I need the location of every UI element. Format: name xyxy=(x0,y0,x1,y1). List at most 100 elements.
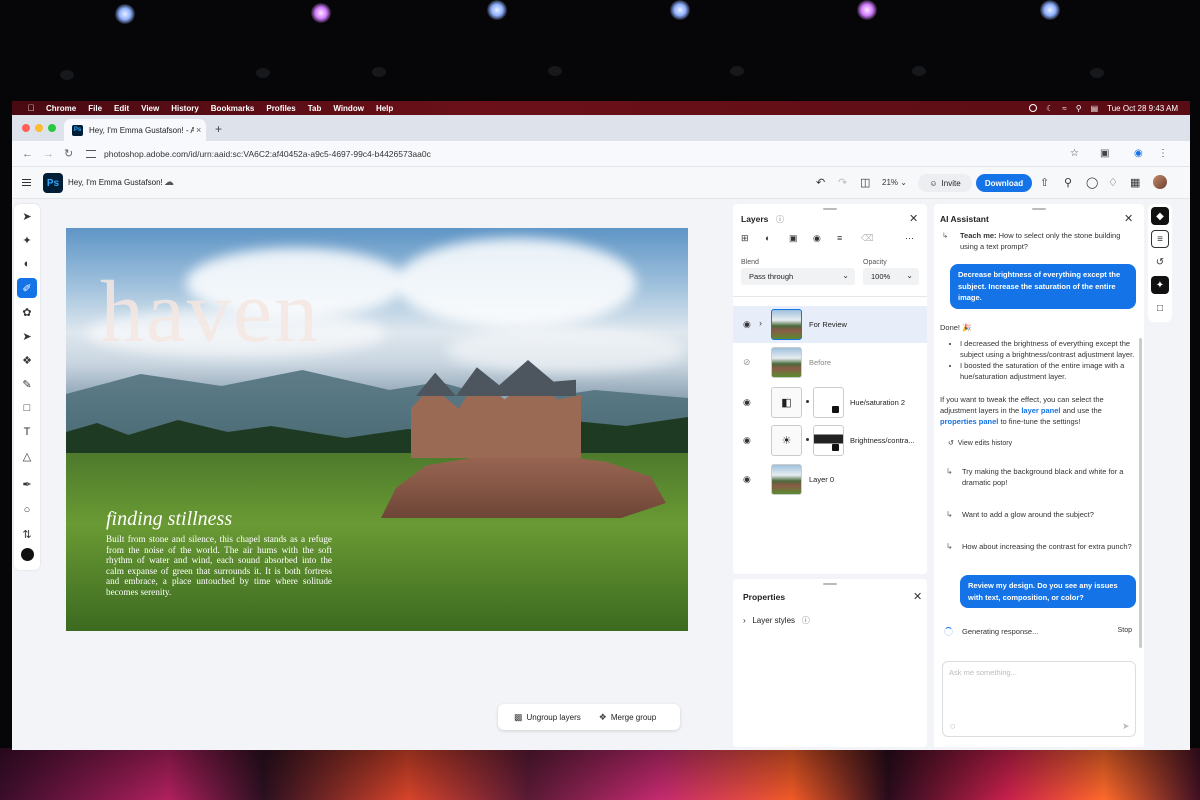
suggestion-item[interactable]: ↳ Want to add a glow around the subject? xyxy=(940,509,1136,520)
teach-me-suggestion[interactable]: ↳ Teach me: How to select only the stone… xyxy=(942,230,1130,252)
layer-stack-icon[interactable]: ≡ xyxy=(837,233,842,243)
redo-icon[interactable]: ↷ xyxy=(838,176,847,189)
canvas-artwork[interactable]: haven finding stillness Built from stone… xyxy=(66,228,688,631)
layer-styles-section[interactable]: › Layer styles ⓘ xyxy=(743,615,810,626)
browser-tab[interactable]: Ps Hey, I'm Emma Gustafson! - A × xyxy=(64,119,206,141)
tab-search-icon[interactable]: ▣ xyxy=(1100,148,1109,159)
crop-tool-icon[interactable]: □ xyxy=(17,398,37,418)
comments-icon[interactable]: □ xyxy=(1151,299,1169,317)
brush-tool-icon[interactable]: ✎ xyxy=(17,374,37,394)
maximize-window-button[interactable] xyxy=(48,124,56,132)
menu-history[interactable]: History xyxy=(171,104,199,113)
compare-view-icon[interactable]: ◫ xyxy=(860,176,870,189)
panel-drag-handle[interactable] xyxy=(823,583,837,585)
visibility-eye-icon[interactable]: ◉ xyxy=(743,397,751,408)
layer-row-layer-0[interactable]: ◉ Layer 0 xyxy=(733,461,927,498)
panel-drag-handle[interactable] xyxy=(823,208,837,210)
add-layer-icon[interactable]: ⊞ xyxy=(741,233,749,244)
ungroup-layers-button[interactable]: ▩ Ungroup layers xyxy=(508,707,587,727)
foreground-color-swatch[interactable] xyxy=(21,548,34,561)
visibility-eye-icon[interactable]: ◉ xyxy=(743,319,751,330)
search-icon[interactable]: ⚲ xyxy=(1076,104,1082,113)
kebab-menu-icon[interactable]: ⋮ xyxy=(1158,148,1168,159)
layers-panel-icon[interactable]: ◆ xyxy=(1151,207,1169,225)
menu-window[interactable]: Window xyxy=(333,104,364,113)
hidden-eye-icon[interactable]: ⊘ xyxy=(743,357,751,368)
apps-grid-icon[interactable]: ▦ xyxy=(1130,176,1140,189)
layer-mask-thumbnail[interactable] xyxy=(813,425,844,456)
layer-mask-thumbnail[interactable] xyxy=(813,387,844,418)
adjustment-layer-icon[interactable]: ◐ xyxy=(765,233,770,243)
suggestion-item[interactable]: ↳ How about increasing the contrast for … xyxy=(940,541,1136,552)
document-title[interactable]: Hey, I'm Emma Gustafson! xyxy=(68,178,163,187)
minimize-window-button[interactable] xyxy=(35,124,43,132)
opacity-select[interactable]: 100% ⌄ xyxy=(863,268,919,285)
bell-icon[interactable]: ♢ xyxy=(1108,176,1118,189)
more-options-icon[interactable]: ⋯ xyxy=(905,233,914,244)
add-mask-icon[interactable]: ▣ xyxy=(789,233,798,244)
send-icon[interactable]: ➤ xyxy=(1122,721,1130,732)
menubar-clock[interactable]: Tue Oct 28 9:43 AM xyxy=(1107,104,1178,113)
layer-panel-link[interactable]: layer panel xyxy=(1021,406,1060,415)
ellipse-icon[interactable]: ○ xyxy=(17,500,37,520)
close-ai-icon[interactable]: ✕ xyxy=(1124,212,1133,225)
menu-profiles[interactable]: Profiles xyxy=(266,104,295,113)
generate-rocket-icon[interactable]: ➤ xyxy=(17,326,37,346)
menu-help[interactable]: Help xyxy=(376,104,393,113)
lightbulb-icon[interactable]: ◯ xyxy=(1086,176,1098,189)
user-avatar[interactable] xyxy=(1153,175,1167,189)
site-settings-icon[interactable] xyxy=(86,150,96,158)
panel-drag-handle[interactable] xyxy=(1032,208,1046,210)
stop-button[interactable]: Stop xyxy=(1118,627,1132,634)
scrollbar[interactable] xyxy=(1139,338,1142,648)
shape-tool-icon[interactable]: △ xyxy=(17,446,37,466)
close-tab-icon[interactable]: × xyxy=(196,125,201,135)
expand-group-chevron-icon[interactable]: › xyxy=(759,318,762,328)
bookmark-star-icon[interactable]: ☆ xyxy=(1070,148,1079,159)
text-tool-icon[interactable]: T xyxy=(17,422,37,442)
hamburger-menu-icon[interactable] xyxy=(22,179,31,186)
search-icon[interactable]: ⚲ xyxy=(1064,176,1072,189)
download-button[interactable]: Download xyxy=(976,174,1032,192)
blend-mode-select[interactable]: Pass through ⌄ xyxy=(741,268,855,285)
layer-row-hue-saturation[interactable]: ◉ ◧ Hue/saturation 2 xyxy=(733,384,927,421)
photoshop-logo[interactable]: Ps xyxy=(43,173,63,193)
share-icon[interactable]: ⇧ xyxy=(1040,176,1049,189)
suggestion-item[interactable]: ↳ Try making the background black and wh… xyxy=(940,466,1136,488)
url-text[interactable]: photoshop.adobe.com/id/urn:aaid:sc:VA6C2… xyxy=(104,149,431,159)
close-window-button[interactable] xyxy=(22,124,30,132)
wifi-icon[interactable]: ≈ xyxy=(1062,104,1066,113)
layer-row-brightness-contrast[interactable]: ◉ ☀ Brightness/contra... xyxy=(733,422,927,459)
menu-bookmarks[interactable]: Bookmarks xyxy=(211,104,255,113)
quick-select-tool-icon[interactable]: ✐ xyxy=(17,278,37,298)
zoom-level[interactable]: 21% ⌄ xyxy=(882,178,907,187)
body-text[interactable]: Built from stone and silence, this chape… xyxy=(106,534,332,598)
merge-group-button[interactable]: ❖ Merge group xyxy=(593,707,662,727)
clone-stamp-icon[interactable]: ❖ xyxy=(17,350,37,370)
ai-assistant-icon[interactable]: ✦ xyxy=(1151,276,1169,294)
menu-view[interactable]: View xyxy=(141,104,159,113)
close-layers-icon[interactable]: ✕ xyxy=(909,212,918,225)
view-edits-history-link[interactable]: ↺ View edits history xyxy=(948,438,1012,449)
adjust-icon[interactable]: ◐ xyxy=(17,254,37,274)
layer-row-for-review[interactable]: ◉ › For Review xyxy=(733,306,927,343)
delete-layer-icon[interactable]: ⌫ xyxy=(861,233,874,244)
move-tool-icon[interactable]: ➤ xyxy=(17,206,37,226)
visibility-eye-icon[interactable]: ◉ xyxy=(743,474,751,485)
subheading-text[interactable]: finding stillness xyxy=(106,508,232,531)
new-tab-button[interactable]: + xyxy=(215,122,222,136)
adjustments-sliders-icon[interactable]: ≡ xyxy=(1151,230,1169,248)
creative-cloud-icon[interactable] xyxy=(1029,104,1038,112)
history-icon[interactable]: ↺ xyxy=(1151,253,1169,271)
swap-colors-icon[interactable]: ⇅ xyxy=(17,524,37,544)
menu-chrome[interactable]: Chrome xyxy=(46,104,76,113)
forward-arrow-icon[interactable]: → xyxy=(43,148,54,160)
close-properties-icon[interactable]: ✕ xyxy=(913,590,922,603)
attach-image-icon[interactable]: ◌ xyxy=(950,721,955,731)
back-arrow-icon[interactable]: ← xyxy=(22,148,33,160)
invite-button[interactable]: ☺ Invite xyxy=(918,174,972,192)
info-icon[interactable]: ⓘ xyxy=(776,214,784,225)
focus-moon-icon[interactable]: ☾ xyxy=(1046,104,1053,113)
eyedropper-icon[interactable]: ✒ xyxy=(17,474,37,494)
add-image-icon[interactable]: ◉ xyxy=(813,233,821,244)
